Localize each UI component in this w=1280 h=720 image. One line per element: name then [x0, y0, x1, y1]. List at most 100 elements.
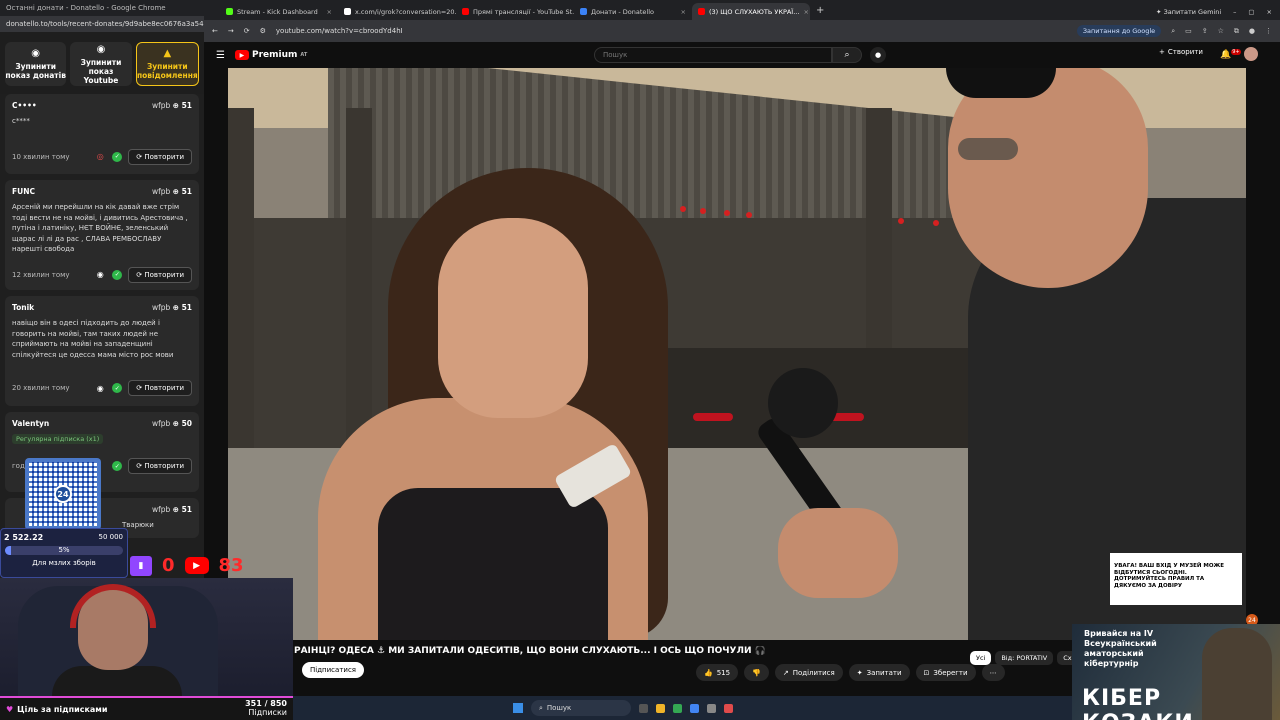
donation-header: C•••• wfpb ⊕ 51: [12, 101, 192, 110]
create-button[interactable]: + Створити: [1159, 48, 1203, 56]
address-bar[interactable]: youtube.com/watch?v=cbroodYd4hI: [276, 27, 403, 35]
app-icon[interactable]: [724, 703, 733, 713]
donatello-urlbar[interactable]: donatello.to/tools/recent-donates/9d9abe…: [0, 16, 204, 32]
thumb-up-icon: 👍: [704, 668, 713, 677]
ask-google-button[interactable]: Запитання до Google: [1076, 25, 1162, 37]
gemini-area: ✦ Запитати Gemini – ▢ ×: [1148, 8, 1280, 20]
tab-youtube-studio[interactable]: Прямі трансляції - YouTube St...×: [456, 3, 574, 20]
goal-percent: 5%: [58, 546, 70, 554]
forward-icon[interactable]: →: [228, 27, 234, 35]
subscribe-button[interactable]: Підписатися: [302, 662, 364, 678]
reload-icon[interactable]: ⟳: [244, 27, 250, 35]
omnibar: ← → ⟳ ⚙ youtube.com/watch?v=cbroodYd4hI …: [204, 20, 1280, 42]
donation-time: 12 хвилин тому: [12, 270, 70, 279]
repeat-button[interactable]: ⟳ Повторити: [128, 266, 192, 283]
x-icon: [344, 8, 351, 15]
taskview-icon[interactable]: [639, 703, 648, 713]
eye-icon[interactable]: ◉: [94, 382, 106, 394]
tab-youtube-video[interactable]: (3) ЩО СЛУХАЮТЬ УКРАЇ... ×: [692, 3, 810, 20]
search-input[interactable]: Пошук: [594, 47, 832, 63]
tab-label: (3) ЩО СЛУХАЮТЬ УКРАЇ...: [709, 7, 800, 16]
repeat-button[interactable]: ⟳ Повторити: [128, 380, 192, 396]
voice-search-button[interactable]: ●: [870, 47, 886, 63]
chip-all[interactable]: Усі: [970, 651, 992, 665]
url-text: donatello.to/tools/recent-donates/9d9abe…: [6, 20, 204, 28]
donation-card: Tonik wfpb ⊕ 51 навіщо він в одесі підхо…: [5, 296, 199, 406]
close-window-icon[interactable]: ×: [1267, 8, 1272, 16]
windows-start-icon[interactable]: [513, 703, 523, 713]
check-icon[interactable]: ✓: [112, 269, 123, 280]
search-button[interactable]: ⌕: [832, 47, 862, 63]
stop-youtube-button[interactable]: ◉ Зупинити показ Youtube: [70, 42, 132, 86]
more-button[interactable]: ⋯: [981, 664, 1005, 681]
donation-header: Tonik wfpb ⊕ 51: [12, 303, 192, 312]
ask-button[interactable]: ✦ Запитати: [848, 664, 910, 681]
goal-target: 50 000: [98, 533, 124, 541]
eye-off-icon[interactable]: ◎: [94, 151, 106, 163]
save-button[interactable]: ⊡ Зберегти: [915, 664, 976, 681]
donatello-titlebar: Останні донати - Donatello - Google Chro…: [0, 0, 204, 16]
close-icon[interactable]: ×: [327, 8, 332, 16]
search-icon: ⌕: [539, 703, 543, 712]
heart-icon: ♥: [6, 704, 14, 714]
repeat-button[interactable]: ⟳ Повторити: [128, 458, 192, 474]
promo-text: Вривайся на IV Всеукраїнський аматорськи…: [1084, 629, 1157, 668]
tab-kick[interactable]: Stream - Kick Dashboard ×: [220, 3, 338, 20]
close-icon[interactable]: ×: [681, 8, 686, 16]
youtube-icon: [462, 8, 469, 15]
app-icon[interactable]: [690, 703, 699, 713]
zoom-icon[interactable]: ⌕: [1171, 27, 1175, 36]
bell-icon: 🔔: [1220, 50, 1232, 60]
tab-donatello[interactable]: Донати - Donatello ×: [574, 3, 692, 20]
avatar[interactable]: [1244, 47, 1258, 61]
dislike-button[interactable]: 👎: [744, 664, 769, 681]
video-player[interactable]: УВАГА! ВАШ ВХІД У МУЗЕЙ МОЖЕ ВІДБУТИСЯ С…: [228, 68, 1246, 640]
eye-icon[interactable]: ◉: [94, 269, 106, 281]
hamburger-icon[interactable]: ☰: [216, 50, 225, 61]
sub-goal-unit: Підписки: [248, 708, 287, 717]
donor-name: Tonik: [12, 303, 35, 312]
more-icon: ⋯: [989, 668, 997, 677]
qr-badge: 24: [54, 485, 72, 503]
maximize-icon[interactable]: ▢: [1248, 8, 1254, 16]
share-button[interactable]: ↗ Поділитися: [774, 664, 843, 681]
minimize-icon[interactable]: –: [1233, 8, 1236, 16]
new-tab-button[interactable]: +: [810, 5, 830, 20]
related-chips: Усі Від: PORTATIV Схож: [970, 651, 1088, 665]
chrome-icon[interactable]: [673, 703, 682, 713]
check-icon[interactable]: ✓: [112, 151, 123, 162]
toolbar-icons: ⌕ ▭ ⇪ ☆ ⧉ ● ⋮: [1171, 27, 1272, 36]
youtube-window: Stream - Kick Dashboard × x.com/i/grok?co…: [204, 0, 1280, 720]
share-arrow-icon: ↗: [782, 668, 789, 677]
promo-title: КІБЕР КОЗАКИ: [1082, 686, 1193, 720]
share-icon[interactable]: ⇪: [1202, 27, 1208, 36]
back-icon[interactable]: ←: [212, 27, 218, 35]
notifications-button[interactable]: 🔔9+: [1220, 49, 1241, 60]
donation-header: Valentyn wfpb ⊕ 50: [12, 419, 192, 428]
explorer-icon[interactable]: [656, 703, 665, 713]
tab-grok[interactable]: x.com/i/grok?conversation=20...×: [338, 3, 456, 20]
repeat-button[interactable]: ⟳ Повторити: [128, 148, 192, 165]
check-icon[interactable]: ✓: [112, 383, 123, 393]
menu-icon[interactable]: ⋮: [1265, 27, 1272, 36]
stop-messages-button[interactable]: ▲ Зупинити повідомлення: [135, 42, 199, 86]
chip-from-channel[interactable]: Від: PORTATIV: [995, 651, 1054, 665]
extensions-icon[interactable]: ⧉: [1234, 27, 1239, 36]
site-info-icon[interactable]: ⚙: [260, 27, 266, 35]
youtube-logo[interactable]: ▶ Premium AT: [234, 50, 307, 60]
gemini-button[interactable]: ✦ Запитати Gemini: [1156, 8, 1221, 16]
close-icon[interactable]: ×: [803, 8, 808, 16]
app-icon[interactable]: [707, 703, 716, 713]
check-icon[interactable]: ✓: [112, 461, 123, 471]
ad-overlay[interactable]: УВАГА! ВАШ ВХІД У МУЗЕЙ МОЖЕ ВІДБУТИСЯ С…: [1110, 553, 1242, 605]
stop-donations-button[interactable]: ◉ Зупинити показ донатів: [5, 42, 67, 86]
qr-code: 24: [25, 458, 101, 530]
star-icon[interactable]: ☆: [1218, 27, 1224, 36]
like-button[interactable]: 👍 515: [696, 664, 739, 681]
taskbar-search[interactable]: ⌕ Пошук: [531, 700, 631, 716]
profile-icon[interactable]: ●: [1249, 27, 1255, 36]
mic-icon: ●: [874, 51, 882, 59]
cast-icon[interactable]: ▭: [1185, 27, 1192, 36]
bookmark-icon: ⊡: [923, 668, 930, 677]
microphone-image: [768, 368, 838, 438]
